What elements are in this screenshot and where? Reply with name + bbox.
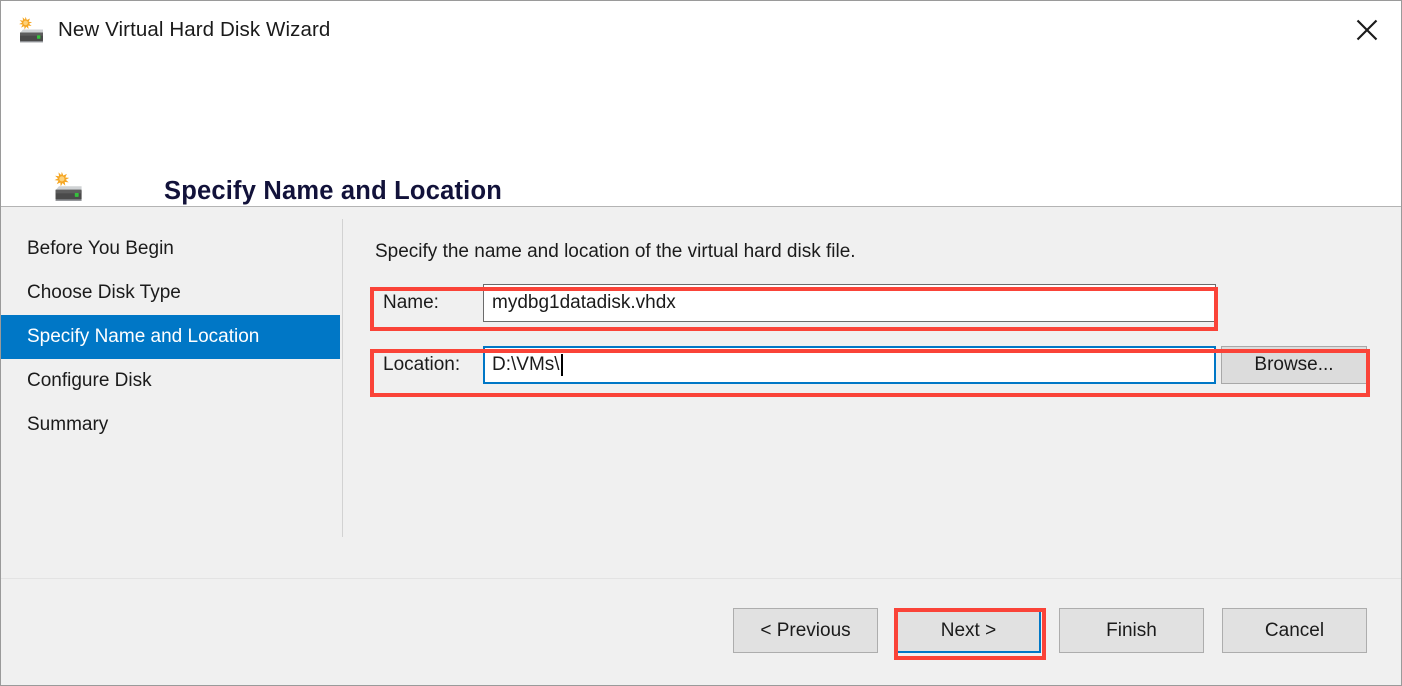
sidebar-item-label: Configure Disk <box>27 370 152 392</box>
sidebar-item-configure-disk[interactable]: Configure Disk <box>1 359 340 403</box>
sidebar-item-label: Choose Disk Type <box>27 282 181 304</box>
browse-button-label: Browse... <box>1254 354 1333 376</box>
browse-button[interactable]: Browse... <box>1221 346 1367 384</box>
next-button-label: Next > <box>941 620 996 642</box>
page-title: Specify Name and Location <box>164 177 502 206</box>
previous-button-label: < Previous <box>760 620 850 642</box>
cancel-button[interactable]: Cancel <box>1222 608 1367 653</box>
finish-button-label: Finish <box>1106 620 1157 642</box>
location-input[interactable]: D:\VMs\ <box>483 346 1216 384</box>
sidebar-item-label: Specify Name and Location <box>27 326 259 348</box>
sidebar-item-summary[interactable]: Summary <box>1 403 340 447</box>
page-header: Specify Name and Location <box>1 59 1401 207</box>
cancel-button-label: Cancel <box>1265 620 1324 642</box>
sidebar-item-choose-disk-type[interactable]: Choose Disk Type <box>1 271 340 315</box>
close-icon <box>1356 19 1378 41</box>
sidebar-item-label: Before You Begin <box>27 238 174 260</box>
previous-button[interactable]: < Previous <box>733 608 878 653</box>
wizard-window: New Virtual Hard Disk Wizard <box>0 0 1402 686</box>
sidebar-item-before-you-begin[interactable]: Before You Begin <box>1 227 340 271</box>
instruction-text: Specify the name and location of the vir… <box>375 241 856 263</box>
sidebar-item-label: Summary <box>27 414 108 436</box>
next-button[interactable]: Next > <box>896 608 1041 653</box>
location-label: Location: <box>375 346 483 384</box>
name-input-value: mydbg1datadisk.vhdx <box>492 292 676 314</box>
finish-button[interactable]: Finish <box>1059 608 1204 653</box>
virtual-hard-disk-icon <box>51 171 85 205</box>
title-bar: New Virtual Hard Disk Wizard <box>1 1 1401 59</box>
sidebar-item-specify-name-and-location[interactable]: Specify Name and Location <box>1 315 340 359</box>
close-button[interactable] <box>1343 7 1391 53</box>
window-title: New Virtual Hard Disk Wizard <box>58 18 330 42</box>
footer-button-bar: < Previous Next > Finish Cancel <box>1 578 1401 685</box>
location-field-row: Location: D:\VMs\ <box>375 346 1216 384</box>
main-content: Specify the name and location of the vir… <box>342 207 1401 578</box>
wizard-steps-sidebar: Before You Begin Choose Disk Type Specif… <box>1 207 340 578</box>
location-input-value: D:\VMs\ <box>492 354 560 376</box>
virtual-hard-disk-icon <box>16 16 46 46</box>
name-field-row: Name: mydbg1datadisk.vhdx <box>375 284 1216 322</box>
wizard-body: Before You Begin Choose Disk Type Specif… <box>1 207 1401 578</box>
name-label: Name: <box>375 284 483 322</box>
text-caret <box>561 354 563 376</box>
name-input[interactable]: mydbg1datadisk.vhdx <box>483 284 1216 322</box>
